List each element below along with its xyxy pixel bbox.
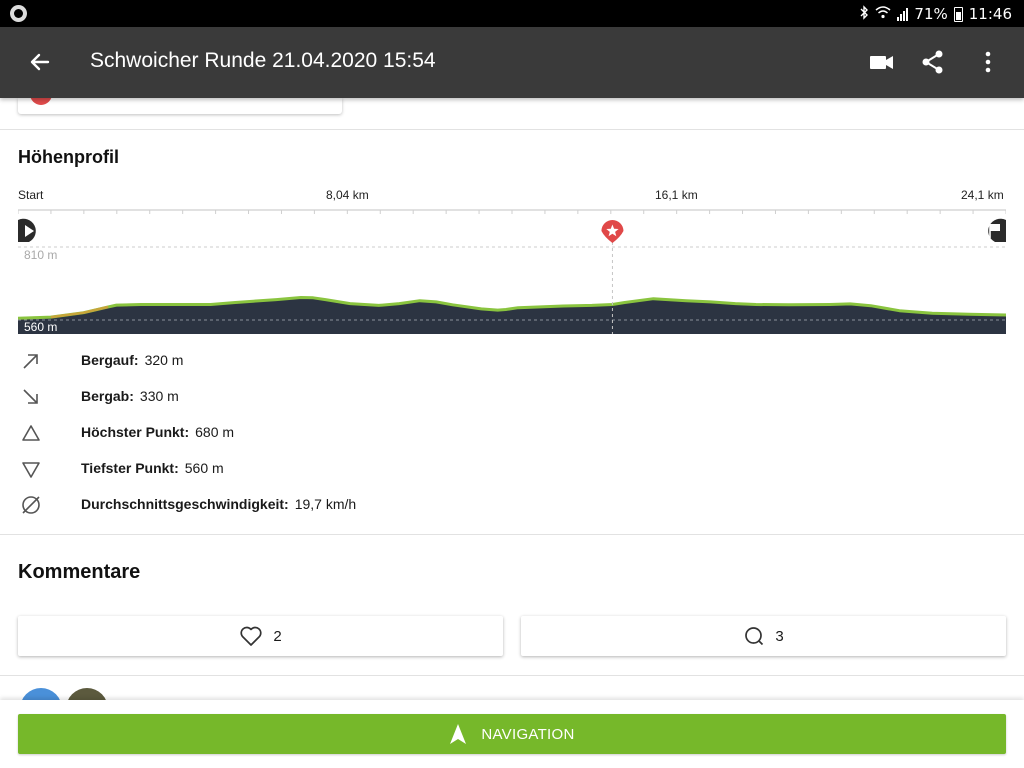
stat-label: Durchschnittsgeschwindigkeit: [81, 496, 289, 512]
elevation-title: Höhenprofil [18, 147, 119, 167]
elevation-chart[interactable]: Start 8,04 km 16,1 km 24,1 km 810 m 560 … [18, 186, 1006, 336]
divider [0, 534, 1024, 535]
app-bar: Schwoicher Runde 21.04.2020 15:54 [0, 27, 1024, 98]
comment-button[interactable]: 3 [521, 616, 1006, 656]
battery-percent: 71% [914, 5, 948, 23]
arrow-up-right-icon [20, 350, 42, 372]
previous-card [18, 91, 342, 114]
stat-value: 680 m [195, 424, 235, 440]
stat-value: 320 m [144, 352, 184, 368]
stat-average-speed: Durchschnittsgeschwindigkeit: 19,7 km/h [18, 494, 618, 518]
stat-label: Bergab: [81, 388, 134, 404]
flag-icon [990, 224, 1000, 231]
stat-value: 560 m [184, 460, 224, 476]
divider [0, 129, 1024, 130]
stat-label: Höchster Punkt: [81, 424, 190, 440]
average-icon [20, 494, 42, 516]
navigation-button[interactable]: NAVIGATION [18, 714, 1006, 754]
status-icons: 71% 11:46 [859, 4, 1012, 24]
back-arrow-icon[interactable] [28, 49, 54, 75]
battery-icon [953, 6, 963, 22]
clock: 11:46 [968, 5, 1012, 23]
comment-count: 3 [775, 627, 784, 645]
y-max-label: 810 m [24, 248, 58, 262]
stat-value: 330 m [139, 388, 179, 404]
y-min-label: 560 m [24, 320, 58, 334]
like-count: 2 [273, 627, 282, 645]
stat-label: Bergauf: [81, 352, 139, 368]
elevation-area [18, 297, 1006, 334]
page-title: Schwoicher Runde 21.04.2020 15:54 [90, 49, 436, 72]
triangle-down-icon [20, 458, 42, 480]
heart-icon [240, 626, 262, 646]
navigation-label: NAVIGATION [481, 725, 575, 743]
signal-icon [897, 7, 909, 21]
stat-ascent: Bergauf: 320 m [18, 350, 618, 374]
comments-title: Kommentare [18, 561, 141, 583]
notification-app-icon [10, 5, 27, 22]
navigation-arrow-icon [450, 724, 467, 744]
stat-value: 19,7 km/h [294, 496, 357, 512]
arrow-down-right-icon [20, 386, 42, 408]
like-button[interactable]: 2 [18, 616, 503, 656]
comment-icon [745, 627, 764, 646]
stat-label: Tiefster Punkt: [81, 460, 179, 476]
bluetooth-icon [859, 4, 869, 24]
stat-lowest-point: Tiefster Punkt: 560 m [18, 458, 618, 482]
triangle-up-icon [20, 422, 42, 444]
stat-descent: Bergab: 330 m [18, 386, 618, 410]
share-icon[interactable] [919, 48, 947, 76]
divider [0, 675, 1024, 676]
stat-highest-point: Höchster Punkt: 680 m [18, 422, 618, 446]
elevation-svg [18, 209, 1006, 334]
more-icon[interactable] [974, 48, 1002, 76]
video-icon[interactable] [868, 48, 896, 76]
wifi-icon [875, 5, 891, 23]
status-bar: 71% 11:46 [0, 0, 1024, 27]
